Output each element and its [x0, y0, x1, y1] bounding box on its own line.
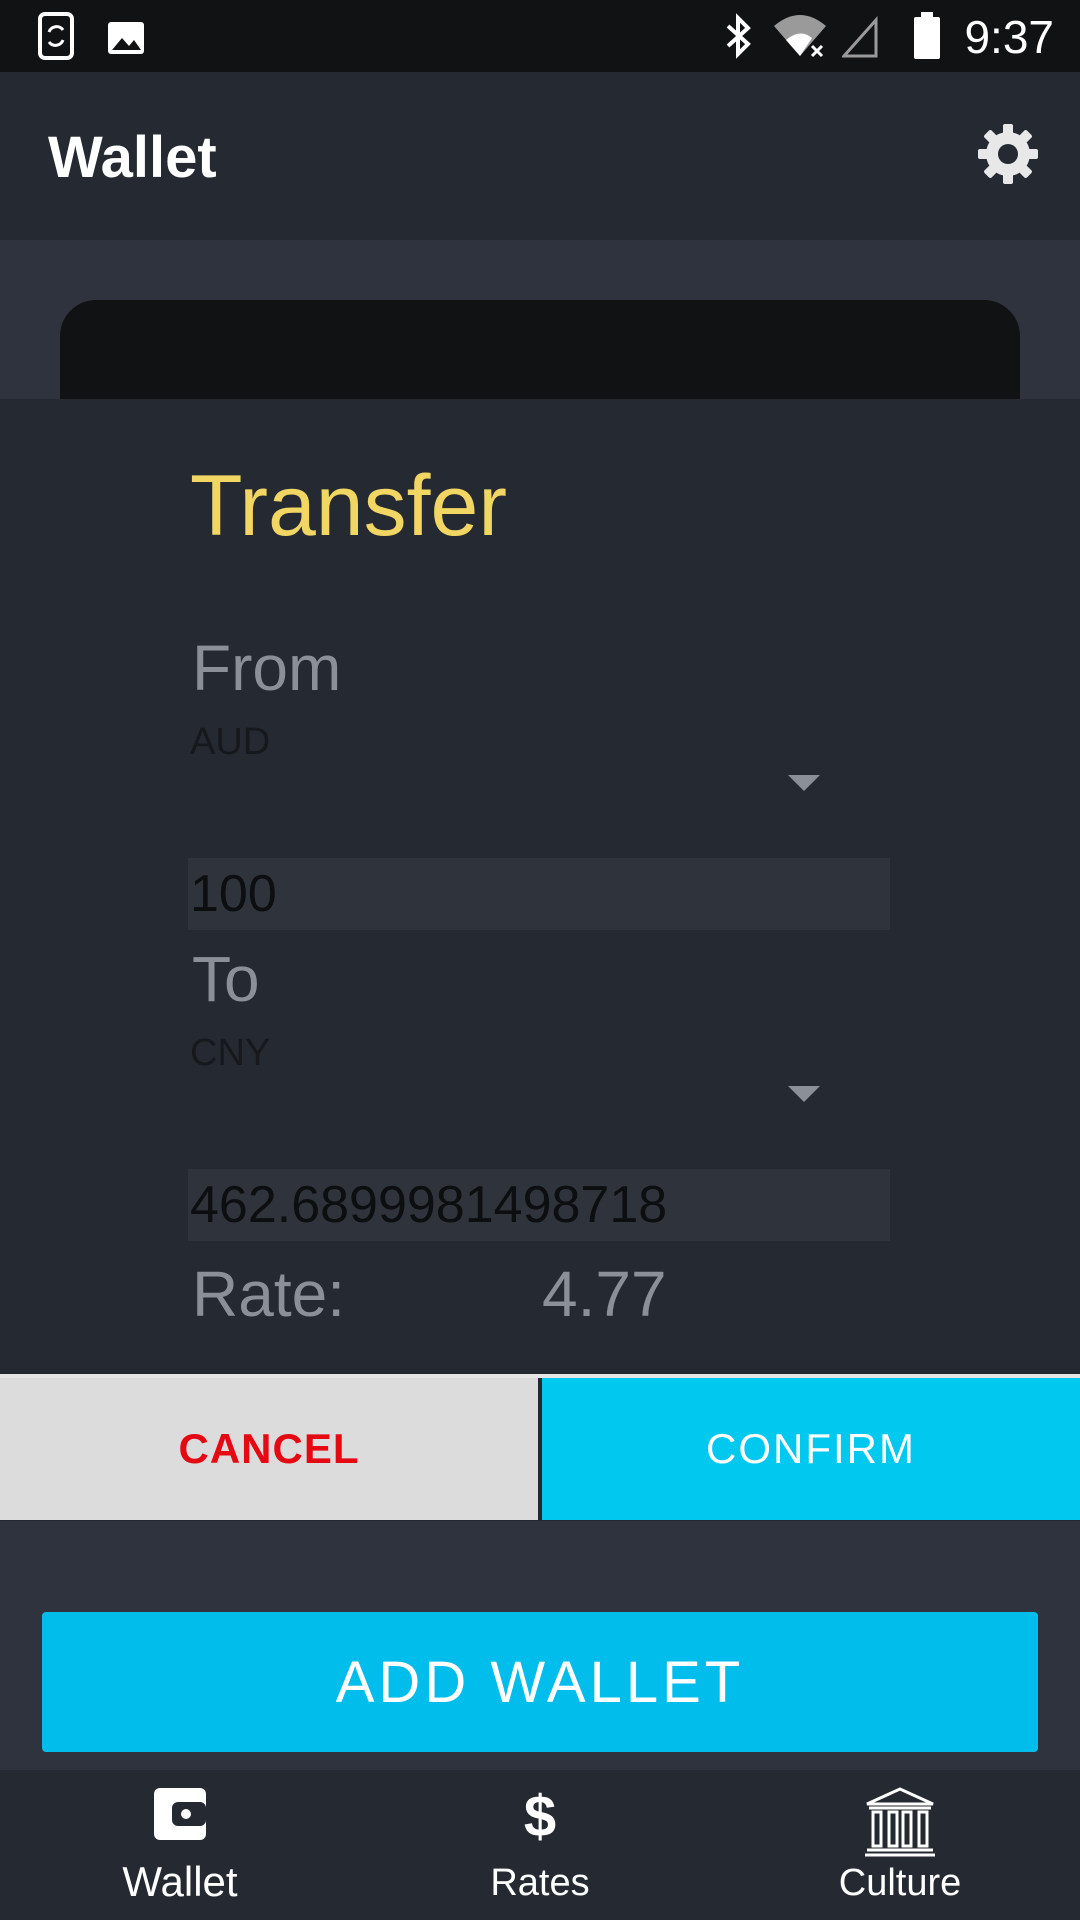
svg-text:$: $ — [524, 1786, 556, 1846]
gear-icon[interactable] — [976, 122, 1040, 186]
status-time: 9:37 — [964, 11, 1054, 63]
signal-icon — [842, 16, 878, 58]
nav-item-wallet[interactable]: Wallet — [0, 1770, 360, 1920]
dollar-icon: $ — [524, 1786, 556, 1846]
wifi-off-icon — [774, 15, 826, 58]
to-amount-input[interactable]: 462.6899981498718 — [188, 1169, 890, 1241]
museum-icon — [865, 1787, 935, 1857]
nav-item-rates[interactable]: $ Rates — [360, 1770, 720, 1920]
app-bar: Wallet — [0, 72, 1080, 240]
cancel-button[interactable]: CANCEL — [0, 1378, 538, 1520]
nav-label-wallet: Wallet — [122, 1858, 238, 1905]
chevron-down-icon — [788, 775, 820, 791]
page-title: Wallet — [48, 125, 217, 190]
transfer-dialog: Transfer From AUD 100 To CNY 462.6899981… — [0, 399, 1080, 1521]
bluetooth-icon — [726, 13, 751, 59]
confirm-button[interactable]: CONFIRM — [542, 1378, 1080, 1520]
status-bar: 9:37 — [0, 0, 1080, 72]
from-amount-input[interactable]: 100 — [188, 858, 890, 930]
rate-value: 4.77 — [542, 1258, 667, 1330]
chevron-down-icon — [788, 1086, 820, 1102]
screen-rotate-icon — [38, 12, 74, 60]
from-label: From — [192, 632, 342, 704]
add-wallet-button[interactable]: ADD WALLET — [42, 1612, 1038, 1752]
dialog-button-row: CANCEL CONFIRM — [0, 1374, 1080, 1520]
from-currency-value: AUD — [190, 721, 271, 763]
battery-icon — [914, 12, 940, 59]
rate-label: Rate: — [192, 1258, 345, 1330]
to-label: To — [192, 943, 260, 1015]
wallet-icon — [154, 1788, 206, 1840]
nav-label-culture: Culture — [838, 1862, 962, 1904]
to-currency-select[interactable]: CNY — [188, 1032, 848, 1132]
to-currency-value: CNY — [190, 1032, 271, 1074]
from-currency-select[interactable]: AUD — [188, 721, 848, 821]
dialog-title: Transfer — [190, 458, 507, 554]
nav-item-culture[interactable]: Culture — [720, 1770, 1080, 1920]
nav-label-rates: Rates — [490, 1862, 590, 1904]
image-icon — [108, 22, 144, 54]
bottom-nav: Wallet $ Rates Culture — [0, 1770, 1080, 1920]
